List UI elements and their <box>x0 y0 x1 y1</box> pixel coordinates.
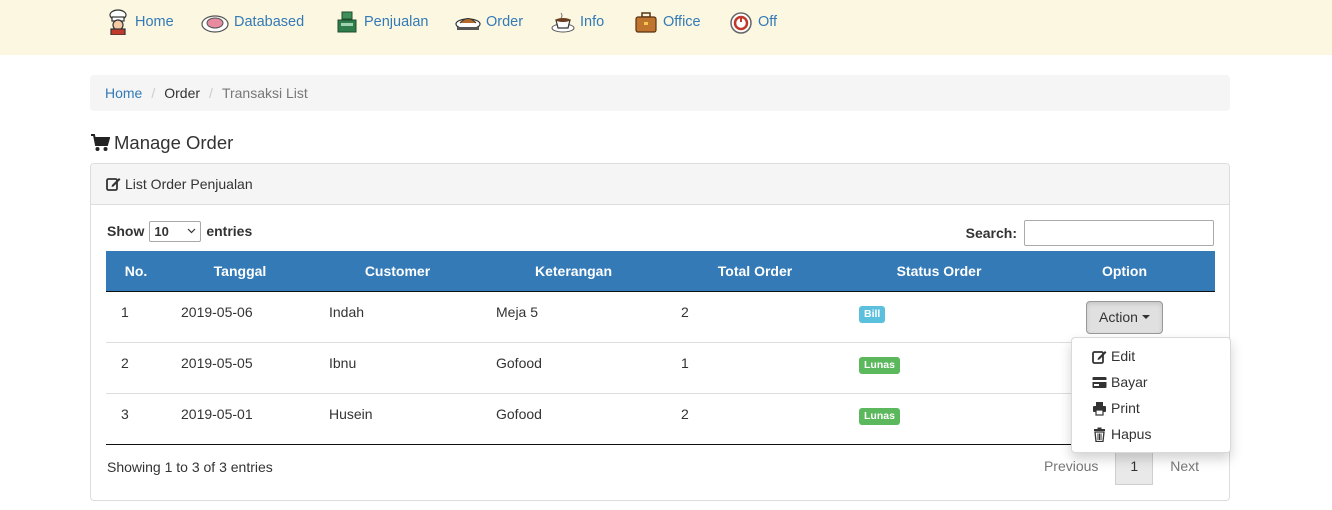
cell-total: 1 <box>666 342 844 394</box>
menu-item-label: Print <box>1111 400 1140 416</box>
nav-label: Info <box>580 14 605 30</box>
menu-item-label: Edit <box>1111 348 1136 364</box>
table-row: 1 2019-05-06 Indah Meja 5 2 Bill Action <box>106 291 1215 343</box>
page-size-value: 10 <box>154 223 169 239</box>
table-header-row: No. Tanggal Customer Keterangan Total Or… <box>106 251 1215 292</box>
menu-item-print[interactable]: Print <box>1072 395 1230 421</box>
cell-status: Lunas <box>844 393 1034 445</box>
action-dropdown-menu: Edit Bayar Print Hapus <box>1071 337 1231 453</box>
nav-info[interactable]: Info <box>551 7 604 37</box>
entries-label: entries <box>206 223 253 239</box>
nav-label: Penjualan <box>364 14 429 30</box>
nav-label: Home <box>135 14 174 30</box>
order-table: No. Tanggal Customer Keterangan Total Or… <box>106 251 1215 445</box>
cell-status: Bill <box>844 291 1034 343</box>
col-option[interactable]: Option <box>1034 251 1215 292</box>
briefcase-icon <box>635 12 657 33</box>
status-badge: Lunas <box>859 356 900 375</box>
cell-no: 1 <box>106 291 166 343</box>
search-input[interactable] <box>1024 220 1214 246</box>
nav-label: Off <box>758 14 778 30</box>
col-total-order[interactable]: Total Order <box>666 251 844 292</box>
table-row: 3 2019-05-01 Husein Gofood 2 Lunas <box>106 393 1215 445</box>
cell-customer: Husein <box>314 393 481 445</box>
edit-icon <box>1092 350 1107 364</box>
caret-down-icon <box>1141 315 1150 319</box>
col-keterangan[interactable]: Keterangan <box>481 251 666 292</box>
food-tray-icon <box>455 18 481 30</box>
edit-icon <box>106 178 121 191</box>
breadcrumb-separator: / <box>151 85 156 101</box>
action-button[interactable]: Action <box>1086 300 1163 334</box>
power-icon <box>730 12 752 34</box>
cell-option: Action <box>1034 291 1215 343</box>
menu-item-label: Bayar <box>1111 374 1148 390</box>
nav-label: Order <box>486 14 524 30</box>
status-badge: Bill <box>859 305 886 324</box>
col-no[interactable]: No. <box>106 251 166 292</box>
cell-total: 2 <box>666 291 844 343</box>
search-label: Search: <box>965 225 1017 241</box>
menu-item-label: Hapus <box>1111 426 1152 442</box>
breadcrumb-separator: / <box>209 85 213 101</box>
nav-penjualan[interactable]: Penjualan <box>335 7 429 37</box>
breadcrumb-current: Transaksi List <box>221 85 308 101</box>
coffee-cup-icon <box>551 12 575 33</box>
panel-heading: List Order Penjualan <box>91 164 1229 205</box>
page-title: Manage Order <box>90 130 233 156</box>
cell-no: 2 <box>106 342 166 394</box>
table-info: Showing 1 to 3 of 3 entries <box>107 459 273 475</box>
cell-customer: Indah <box>314 291 481 343</box>
breadcrumb-order: Order <box>164 85 201 101</box>
top-navbar: Home Databased Penjualan Order Info Offi… <box>0 0 1332 55</box>
menu-item-hapus[interactable]: Hapus <box>1072 421 1230 447</box>
cell-keterangan: Meja 5 <box>481 291 666 343</box>
show-label: Show <box>107 223 145 239</box>
cell-keterangan: Gofood <box>481 342 666 394</box>
plate-icon <box>201 15 229 33</box>
cash-register-icon <box>337 11 357 33</box>
nav-databased[interactable]: Databased <box>201 7 304 37</box>
cell-total: 2 <box>666 393 844 445</box>
cell-no: 3 <box>106 393 166 445</box>
cell-status: Lunas <box>844 342 1034 394</box>
col-status-order[interactable]: Status Order <box>844 251 1034 292</box>
credit-card-icon <box>1092 376 1107 388</box>
nav-off[interactable]: Off <box>729 7 777 37</box>
menu-item-bayar[interactable]: Bayar <box>1072 369 1230 395</box>
shopping-cart-icon <box>91 134 110 151</box>
trash-icon <box>1094 427 1105 442</box>
page-size-select[interactable]: 10 <box>149 220 202 242</box>
cell-customer: Ibnu <box>314 342 481 394</box>
page-title-text: Manage Order <box>114 132 234 153</box>
breadcrumb: Home / Order / Transaksi List <box>90 75 1230 111</box>
nav-office[interactable]: Office <box>634 7 701 37</box>
action-label: Action <box>1099 309 1138 325</box>
menu-item-edit[interactable]: Edit <box>1072 343 1230 369</box>
nav-label: Databased <box>234 14 305 30</box>
nav-label: Office <box>663 14 701 30</box>
col-customer[interactable]: Customer <box>314 251 481 292</box>
nav-order[interactable]: Order <box>455 7 523 37</box>
chevron-down-icon <box>187 228 196 234</box>
nav-home[interactable]: Home <box>106 7 174 37</box>
search-wrap: Search: <box>966 220 1214 246</box>
panel-heading-text: List Order Penjualan <box>125 176 253 192</box>
cell-tanggal: 2019-05-05 <box>166 342 314 394</box>
table-row: 2 2019-05-05 Ibnu Gofood 1 Lunas <box>106 342 1215 394</box>
show-entries: Show 10 entries <box>107 220 252 242</box>
breadcrumb-home[interactable]: Home <box>105 85 142 101</box>
status-badge: Lunas <box>859 407 900 426</box>
order-list-panel: List Order Penjualan Show 10 entries Sea… <box>90 163 1230 501</box>
print-icon <box>1093 401 1106 416</box>
cell-tanggal: 2019-05-01 <box>166 393 314 445</box>
col-tanggal[interactable]: Tanggal <box>166 251 314 292</box>
cell-tanggal: 2019-05-06 <box>166 291 314 343</box>
cell-keterangan: Gofood <box>481 393 666 445</box>
chef-icon <box>109 9 127 35</box>
